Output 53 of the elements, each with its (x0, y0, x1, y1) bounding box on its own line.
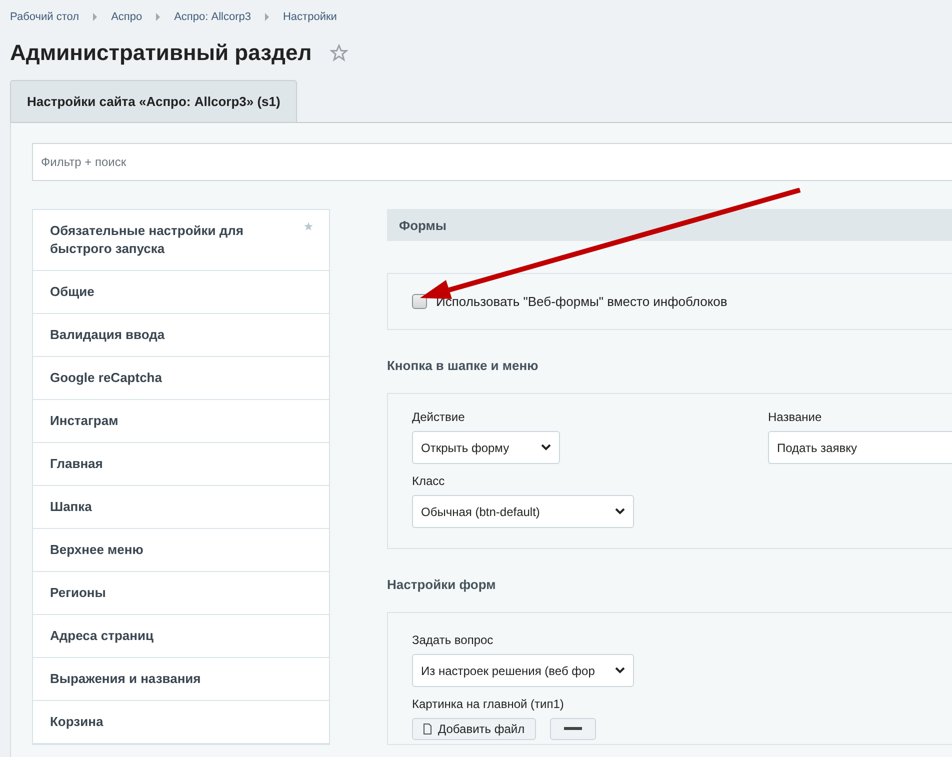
sidebar-item-label: Обязательные настройки для быстрого запуска (50, 222, 244, 258)
breadcrumb-link[interactable]: Рабочий стол (10, 11, 80, 23)
add-file-button[interactable]: Добавить файл (412, 718, 536, 740)
sidebar-item-label: Регионы (50, 584, 106, 602)
field-label: Класс (412, 474, 446, 488)
menu-button[interactable] (550, 718, 596, 740)
sidebar-item[interactable]: Google reCaptcha (33, 357, 329, 400)
sidebar-item-label: Главная (50, 455, 103, 473)
group-title: Кнопка в шапке и меню (387, 358, 540, 373)
select-field[interactable]: Из настроек решения (веб фор (412, 654, 634, 687)
sidebar-item-label: Инстаграм (50, 412, 118, 430)
file-icon (423, 723, 432, 735)
tab[interactable]: Настройки сайта «Аспро: Allcorp3» (s1) (10, 80, 298, 122)
sidebar-item[interactable]: Общие (33, 271, 329, 314)
field-label: Действие (412, 410, 466, 424)
chevron-down-icon (615, 667, 625, 674)
sidebar-item-label: Шапка (50, 498, 92, 516)
input-field[interactable]: Подать заявку (768, 431, 952, 464)
sidebar-item[interactable]: Инстаграм (33, 400, 329, 443)
sidebar-item-label: Выражения и названия (50, 670, 201, 688)
sidebar-item[interactable]: Шапка (33, 486, 329, 529)
sidebar-item-label: Верхнее меню (50, 541, 144, 559)
field-label: Задать вопрос (412, 633, 494, 647)
field-label: Картинка на главной (тип1) (412, 697, 565, 711)
field-label: Название (768, 410, 823, 424)
page-title: Административный раздел (10, 40, 312, 66)
breadcrumb-link[interactable]: Настройки (282, 11, 337, 23)
sidebar-item[interactable]: Обязательные настройки для быстрого запуска (33, 210, 329, 271)
sidebar-item-label: Google reCaptcha (50, 369, 162, 387)
sidebar-item-label: Валидация ввода (50, 326, 165, 344)
search-field[interactable]: Фильтр + поиск (32, 143, 952, 181)
breadcrumb-link[interactable]: Аспро (111, 11, 142, 23)
sidebar-item-label: Адреса страниц (50, 627, 154, 645)
group-title: Настройки форм (387, 577, 497, 592)
sidebar-item[interactable]: Адреса страниц (33, 615, 329, 658)
section-header: Формы (387, 209, 952, 241)
sidebar-item[interactable]: Выражения и названия (33, 658, 329, 701)
sidebar-item[interactable]: Верхнее меню (33, 529, 329, 572)
breadcrumb-link[interactable]: Аспро: Allcorp3 (174, 11, 251, 23)
sidebar-item[interactable]: Регионы (33, 572, 329, 615)
select-field[interactable]: Обычная (btn-default) (412, 495, 634, 528)
checkbox[interactable] (412, 294, 427, 309)
chevron-down-icon (541, 444, 551, 451)
sidebar-item[interactable]: Корзина (33, 701, 329, 744)
menu-icon (564, 727, 582, 731)
sidebar-item-label: Общие (50, 283, 94, 301)
star-icon[interactable] (330, 44, 348, 62)
sidebar-item-label: Корзина (50, 713, 104, 731)
sidebar-item[interactable]: Главная (33, 443, 329, 486)
checkbox-label: Использовать "Веб-формы" вместо инфоблоков (436, 294, 728, 309)
sidebar-item[interactable]: Валидация ввода (33, 314, 329, 357)
select-field[interactable]: Открыть форму (412, 431, 560, 464)
chevron-down-icon (615, 508, 625, 515)
